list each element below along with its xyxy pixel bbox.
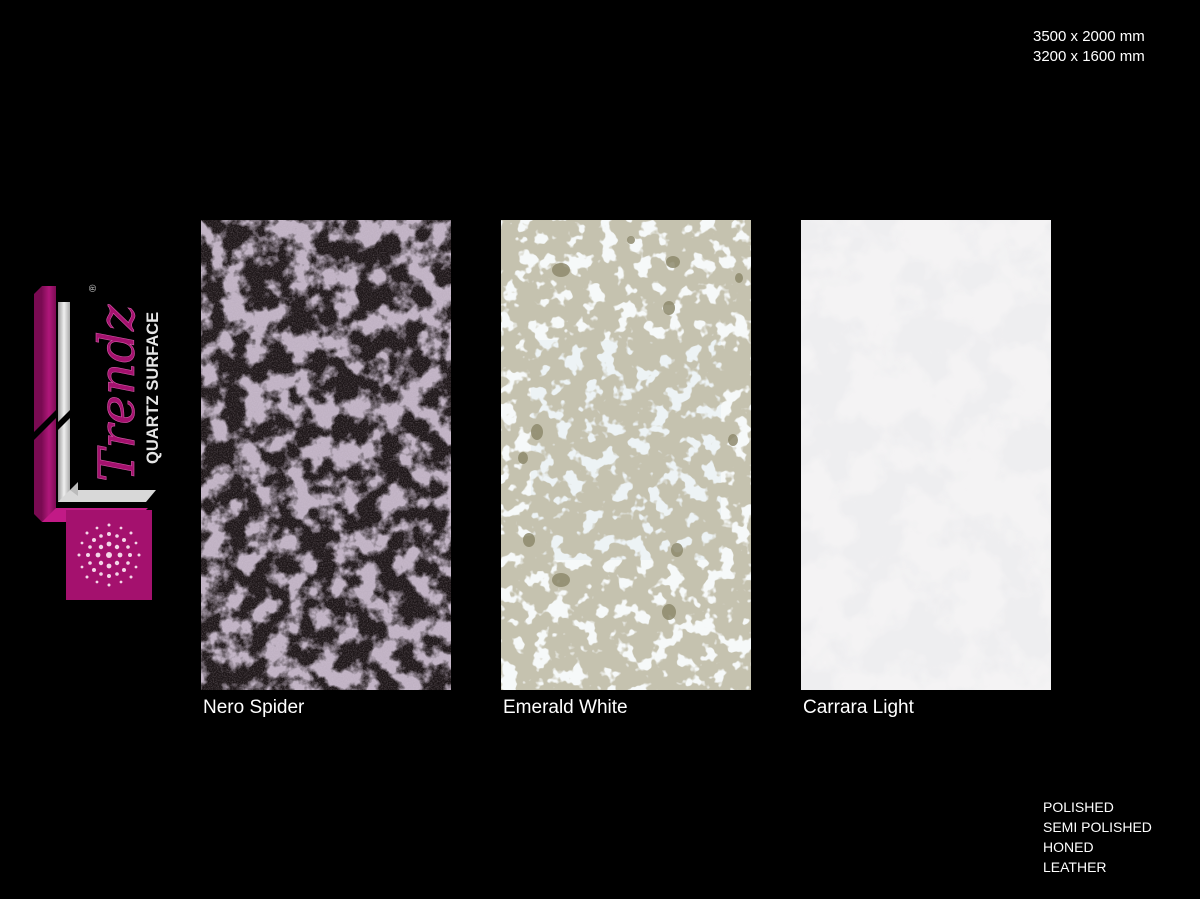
brand-name: Trendz [88, 304, 146, 482]
emerald-white-texture [501, 220, 751, 690]
finish-options: POLISHED SEMI POLISHED HONED LEATHER [1043, 797, 1152, 877]
slab-sizes: 3500 x 2000 mm 3200 x 1600 mm [1033, 27, 1145, 67]
nero-spider-texture [201, 220, 451, 690]
finish-item: HONED [1043, 839, 1094, 855]
size-item: 3200 x 1600 mm [1033, 48, 1145, 65]
slab-swatch-nero-spider [201, 220, 451, 690]
carrara-light-texture [801, 220, 1051, 690]
size-item: 3500 x 2000 mm [1033, 28, 1145, 45]
finish-item: POLISHED [1043, 799, 1114, 815]
registered-mark: ® [88, 284, 99, 292]
slab-name-emerald-white: Emerald White [503, 697, 628, 718]
finish-item: LEATHER [1043, 859, 1107, 875]
brand-tagline: QUARTZ SURFACE [144, 312, 162, 464]
slab-swatch-emerald-white [501, 220, 751, 690]
slab-name-nero-spider: Nero Spider [203, 697, 305, 718]
finish-item: SEMI POLISHED [1043, 819, 1152, 835]
brand-logo: Trendz ® QUARTZ SURFACE [30, 282, 170, 604]
slab-name-carrara-light: Carrara Light [803, 697, 914, 718]
trendz-logo-icon: Trendz ® QUARTZ SURFACE [34, 284, 162, 600]
slab-swatch-carrara-light [801, 220, 1051, 690]
